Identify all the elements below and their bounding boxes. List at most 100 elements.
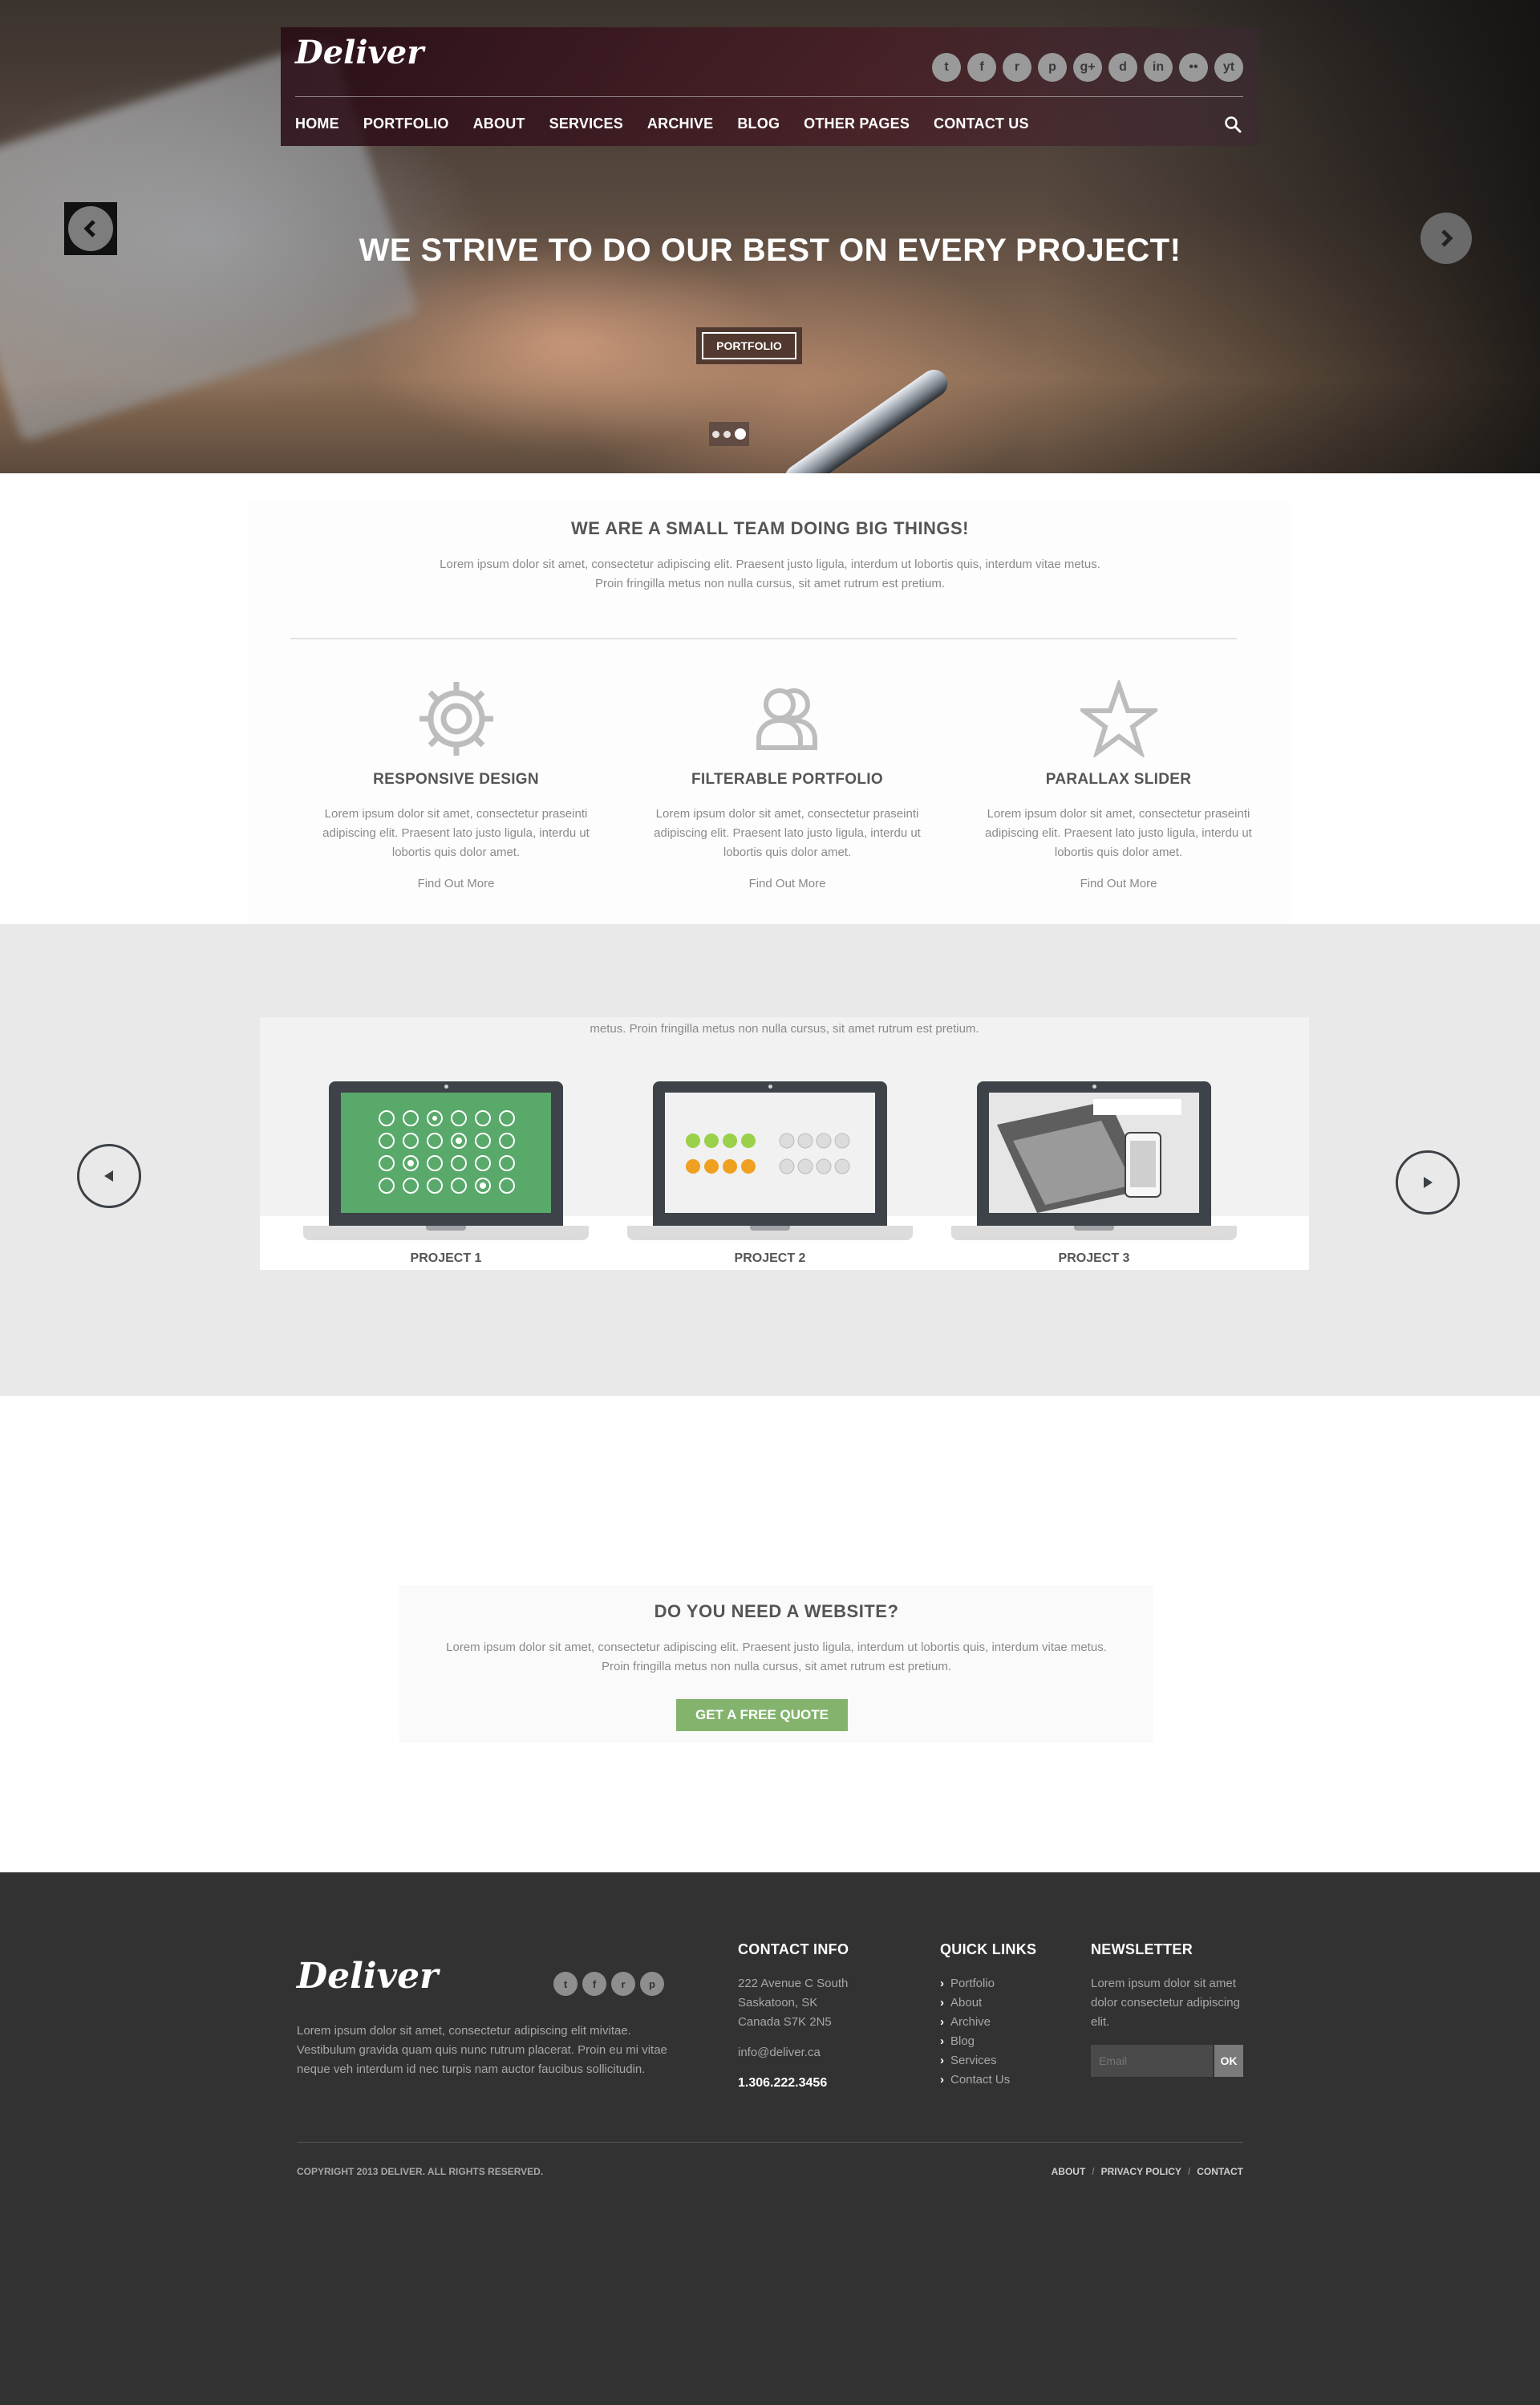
nav-blog[interactable]: BLOG [737,116,780,132]
footer-newsletter-column: NEWSLETTER Lorem ipsum dolor sit amet do… [1091,1941,1243,2077]
portfolio-text: metus. Proin fringilla metus non nulla c… [590,1022,979,1036]
footer-about-text: Lorem ipsum dolor sit amet, consectetur … [297,2024,667,2076]
chevron-right-icon: › [940,2054,944,2067]
site-footer: Deliver t f r p Lorem ipsum dolor sit am… [0,1872,1540,2405]
portfolio-next-button[interactable] [1396,1150,1460,1215]
footer-quick-links-column: QUICK LINKS › Portfolio › About › Archive ›… [940,1941,1036,2090]
flickr-icon[interactable]: •• [1179,53,1208,82]
nav-services[interactable]: SERVICES [549,116,623,132]
dribbble-icon[interactable]: d [1108,53,1137,82]
project-3-thumbnail [989,1093,1199,1213]
feature-text: Lorem ipsum dolor sit amet, consectetur … [322,807,590,859]
quick-link[interactable]: › About [940,1993,1036,2013]
pinterest-icon[interactable]: p [640,1972,664,1996]
hero-slider: Deliver t f r p g+ d in •• yt HOME PORTF… [0,0,1540,473]
facebook-icon[interactable]: f [582,1972,606,1996]
facebook-icon[interactable]: f [967,53,996,82]
project-title[interactable]: PROJECT 1 [303,1251,589,1266]
twitter-icon[interactable]: t [932,53,961,82]
intro-section: WE ARE A SMALL TEAM DOING BIG THINGS! Lo… [249,502,1291,924]
laptop-notch [426,1226,466,1231]
star-icon [1076,677,1161,759]
quick-link-label: Archive [950,2015,991,2029]
rss-icon[interactable]: r [611,1972,635,1996]
twitter-icon[interactable]: t [553,1972,578,1996]
nav-home[interactable]: HOME [295,116,339,132]
slide-dot[interactable] [712,430,719,438]
quick-link-label: Blog [950,2034,975,2048]
quick-links-list: › Portfolio › About › Archive › Blog › Servic… [940,1974,1036,2090]
chevron-right-icon: › [940,1996,944,2010]
address-line: Canada S7K 2N5 [738,2015,832,2029]
footer-column-title: NEWSLETTER [1091,1941,1193,1957]
site-header: Deliver t f r p g+ d in •• yt HOME PORTF… [281,27,1259,146]
newsletter-email-input[interactable] [1091,2045,1213,2077]
get-quote-button[interactable]: GET A FREE QUOTE [676,1699,848,1731]
laptop-screen [977,1081,1211,1226]
find-out-more-link[interactable]: Find Out More [953,877,1284,890]
nav-archive[interactable]: ARCHIVE [647,116,713,132]
intro-divider [290,638,1237,639]
feature-card: RESPONSIVE DESIGN Lorem ipsum dolor sit … [290,680,622,890]
laptop-base [951,1226,1237,1240]
header-divider [295,96,1243,97]
footer-logo[interactable]: Deliver [297,1956,438,1997]
intro-title: WE ARE A SMALL TEAM DOING BIG THINGS! [571,518,969,538]
laptop-base [627,1226,913,1240]
footer-links: ABOUT / PRIVACY POLICY / CONTACT [1052,2166,1243,2177]
address-line: 222 Avenue C South [738,1977,849,1990]
chevron-right-icon: › [940,2034,944,2048]
hero-title: WE STRIVE TO DO OUR BEST ON EVERY PROJEC… [359,233,1181,268]
laptop-camera [444,1085,448,1089]
project-title[interactable]: PROJECT 2 [627,1251,913,1266]
separator: / [1187,2166,1191,2177]
newsletter-submit-button[interactable]: OK [1214,2045,1243,2077]
intro-text: Lorem ipsum dolor sit amet, consectetur … [440,558,1100,590]
nav-about[interactable]: ABOUT [473,116,525,132]
quick-link[interactable]: › Contact Us [940,2070,1036,2090]
hero-portfolio-button[interactable]: PORTFOLIO [702,332,796,359]
footer-link-about[interactable]: ABOUT [1052,2166,1086,2177]
slide-dot-active[interactable] [735,428,746,440]
chevron-right-icon: › [940,2073,944,2087]
cta-text: Lorem ipsum dolor sit amet, consectetur … [446,1641,1107,1673]
youtube-icon[interactable]: yt [1214,53,1243,82]
features-row: RESPONSIVE DESIGN Lorem ipsum dolor sit … [290,677,1285,890]
find-out-more-link[interactable]: Find Out More [622,877,953,890]
nav-other-pages[interactable]: OTHER PAGES [804,116,910,132]
quick-link-label: About [950,1996,983,2010]
gear-icon [419,682,493,756]
portfolio-prev-button[interactable] [77,1144,141,1208]
slide-dot[interactable] [723,430,731,438]
rss-icon[interactable]: r [1003,53,1031,82]
cta-title: DO YOU NEED A WEBSITE? [654,1601,899,1621]
footer-link-contact[interactable]: CONTACT [1197,2166,1243,2177]
project-title[interactable]: PROJECT 3 [951,1251,1237,1266]
triangle-left-icon [104,1170,113,1182]
portfolio-panel: metus. Proin fringilla metus non nulla c… [260,1017,1309,1270]
copyright-text: COPYRIGHT 2013 DELIVER. ALL RIGHTS RESER… [297,2166,544,2177]
quick-link-label: Contact Us [950,2073,1011,2087]
linkedin-icon[interactable]: in [1144,53,1173,82]
nav-contact-us[interactable]: CONTACT US [934,116,1029,132]
quick-link[interactable]: › Archive [940,2013,1036,2032]
search-icon[interactable] [1224,116,1242,133]
pinterest-icon[interactable]: p [1038,53,1067,82]
quick-link-label: Services [950,2054,997,2067]
quick-link[interactable]: › Portfolio [940,1974,1036,1993]
find-out-more-link[interactable]: Find Out More [290,877,622,890]
contact-email-link[interactable]: info@deliver.ca [738,2043,849,2062]
footer-link-privacy[interactable]: PRIVACY POLICY [1101,2166,1181,2177]
nav-portfolio[interactable]: PORTFOLIO [363,116,449,132]
logo[interactable]: Deliver [295,34,424,71]
laptop-camera [768,1085,772,1089]
header-social-icons: t f r p g+ d in •• yt [932,53,1243,82]
quick-link[interactable]: › Blog [940,2032,1036,2051]
laptop-screen [329,1081,563,1226]
hero-button-wrap: PORTFOLIO [696,327,802,364]
chevron-right-icon: › [940,1977,944,1990]
feature-card: FILTERABLE PORTFOLIO Lorem ipsum dolor s… [622,680,953,890]
quick-link[interactable]: › Services [940,2051,1036,2070]
hero-background-pen [779,364,954,473]
google-plus-icon[interactable]: g+ [1073,53,1102,82]
